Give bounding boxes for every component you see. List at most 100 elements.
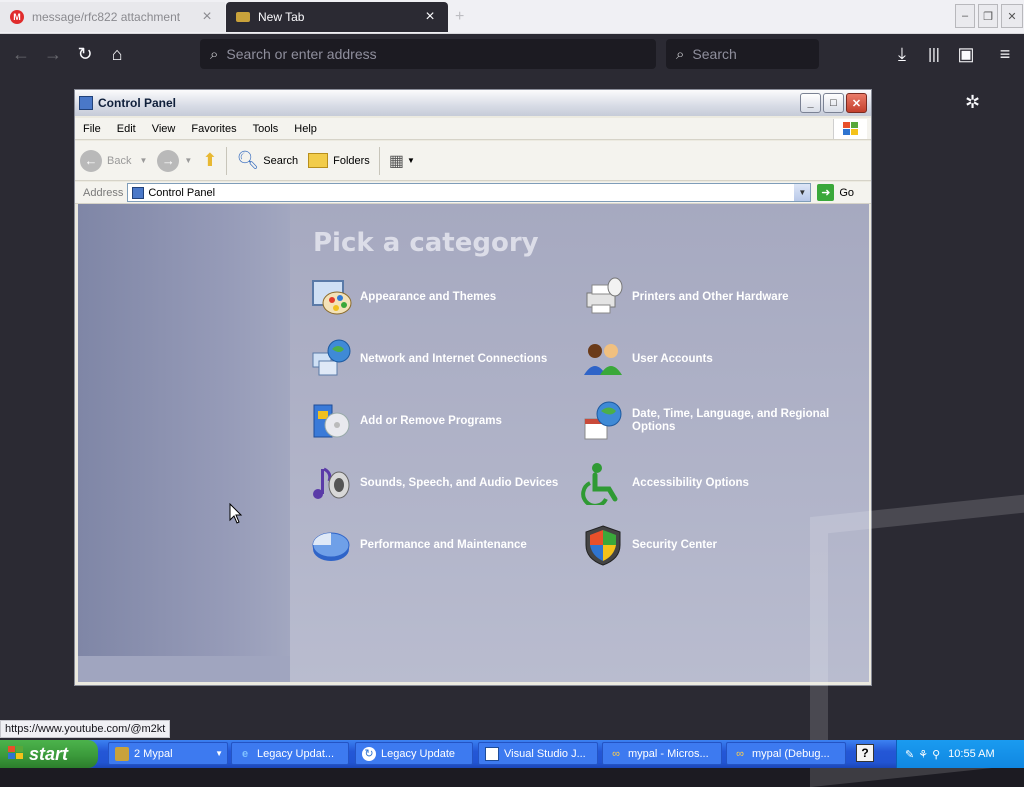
windows-logo-icon <box>8 745 24 763</box>
browser-tab-active[interactable]: New Tab × <box>226 2 448 32</box>
forward-arrow-icon[interactable]: → <box>40 42 66 66</box>
gear-icon[interactable]: ✲ <box>965 92 980 113</box>
minimize-button[interactable]: – <box>955 4 975 28</box>
category-performance[interactable]: Performance and Maintenance <box>308 521 578 569</box>
task-label: Visual Studio J... <box>504 747 586 760</box>
status-link: https://www.youtube.com/@m2kt <box>0 720 171 738</box>
menu-view[interactable]: View <box>144 123 184 135</box>
window-minimize-button[interactable]: _ <box>800 93 821 113</box>
search-box[interactable]: ⌕ <box>666 39 819 69</box>
forward-button[interactable]: → ▼ <box>152 146 197 176</box>
page-title: Pick a category <box>313 228 539 258</box>
control-panel-icon <box>132 186 145 199</box>
tray-tools-icon: ✎ <box>905 748 915 761</box>
window-close-button[interactable]: ✕ <box>846 93 867 113</box>
start-button[interactable]: start <box>0 740 98 768</box>
clock: 10:55 AM <box>948 748 995 760</box>
music-speaker-icon <box>308 460 354 506</box>
chevron-down-icon: ▼ <box>215 749 223 758</box>
category-add-remove-programs[interactable]: Add or Remove Programs <box>308 397 578 445</box>
search-icon: 🔍︎ <box>236 150 260 170</box>
new-tab-button[interactable]: + <box>455 8 464 26</box>
restore-button[interactable]: ❐ <box>978 4 998 28</box>
category-label: Network and Internet Connections <box>360 352 548 365</box>
back-button[interactable]: ← Back ▼ <box>75 146 152 176</box>
windows-logo-icon <box>833 119 867 139</box>
address-field[interactable]: Control Panel ▼ <box>127 183 812 202</box>
task-label: Legacy Update <box>381 747 455 760</box>
category-accessibility[interactable]: Accessibility Options <box>580 459 850 507</box>
go-button[interactable]: ➜ Go <box>817 184 854 201</box>
task-label: Legacy Updat... <box>257 747 335 760</box>
window-maximize-button[interactable]: □ <box>823 93 844 113</box>
search-icon: ⌕ <box>210 45 219 63</box>
category-user-accounts[interactable]: User Accounts <box>580 335 850 383</box>
category-label: Accessibility Options <box>632 476 749 489</box>
browser-tab-inactive[interactable]: M message/rfc822 attachment × <box>0 2 225 32</box>
search-input[interactable] <box>692 46 814 62</box>
go-label: Go <box>839 186 855 199</box>
menu-bar: File Edit View Favorites Tools Help <box>75 118 871 140</box>
visual-studio-icon: ∞ <box>612 747 620 760</box>
taskbar-item-mypal-microsoft[interactable]: ∞ mypal - Micros... <box>602 742 722 765</box>
address-bar[interactable]: ⌕ <box>200 39 656 69</box>
back-label: Back <box>107 154 132 167</box>
taskbar-item-mypal-debug[interactable]: ∞ mypal (Debug... <box>726 742 846 765</box>
toolbar-separator <box>378 146 380 175</box>
views-button[interactable]: ▦ ▼ <box>384 146 420 176</box>
home-icon[interactable]: ⌂ <box>104 42 130 66</box>
chevron-down-icon[interactable]: ▼ <box>794 184 811 201</box>
sidebar-icon[interactable]: ▣ <box>953 42 979 66</box>
appearance-icon <box>308 274 354 320</box>
tab-label: message/rfc822 attachment <box>32 10 181 24</box>
close-icon[interactable]: × <box>422 8 438 26</box>
back-arrow-icon: ← <box>80 149 102 172</box>
close-button[interactable]: ✕ <box>1001 4 1023 28</box>
control-panel-icon <box>79 96 93 110</box>
pie-chart-icon <box>308 522 354 568</box>
category-label: Date, Time, Language, and Regional Optio… <box>632 408 830 433</box>
download-icon[interactable]: ⤓ <box>889 42 915 66</box>
folder-icon <box>308 153 329 168</box>
window-title-bar: Control Panel <box>75 90 871 116</box>
chevron-down-icon: ▼ <box>139 156 148 165</box>
category-sounds[interactable]: Sounds, Speech, and Audio Devices <box>308 459 578 507</box>
menu-favorites[interactable]: Favorites <box>183 123 244 135</box>
category-date-time-regional[interactable]: Date, Time, Language, and Regional Optio… <box>580 397 850 445</box>
back-arrow-icon[interactable]: ← <box>8 42 34 66</box>
menu-help[interactable]: Help <box>286 123 325 135</box>
category-label: Security Center <box>632 538 718 551</box>
close-icon[interactable]: × <box>199 8 215 26</box>
mypal-icon <box>115 746 129 761</box>
window-title: Control Panel <box>98 96 177 110</box>
taskbar-item-legacy-update-2[interactable]: ↻ Legacy Update <box>355 742 473 765</box>
category-appearance[interactable]: Appearance and Themes <box>308 273 578 321</box>
menu-edit[interactable]: Edit <box>109 123 144 135</box>
up-folder-button[interactable]: ⬆ <box>197 146 222 176</box>
menu-tools[interactable]: Tools <box>245 123 287 135</box>
menu-file[interactable]: File <box>75 123 109 135</box>
legacy-update-icon: ↻ <box>362 746 376 761</box>
printer-icon <box>580 274 626 320</box>
category-security-center[interactable]: Security Center <box>580 521 850 569</box>
task-pane-bottom <box>78 656 290 682</box>
taskbar-item-legacy-update-1[interactable]: e Legacy Updat... <box>231 742 349 765</box>
gmail-icon: M <box>10 10 24 24</box>
up-folder-icon: ⬆ <box>202 150 218 170</box>
help-icon[interactable]: ? <box>856 744 874 762</box>
toolbar-separator <box>226 146 228 175</box>
category-printers[interactable]: Printers and Other Hardware <box>580 273 850 321</box>
reload-icon[interactable]: ↻ <box>72 42 98 66</box>
window-icon <box>485 746 499 761</box>
category-network[interactable]: Network and Internet Connections <box>308 335 578 383</box>
search-button[interactable]: 🔍︎ Search <box>231 146 303 176</box>
address-bar: Address Control Panel ▼ ➜ Go <box>75 182 871 204</box>
taskbar-item-visual-studio[interactable]: Visual Studio J... <box>478 742 598 765</box>
address-input[interactable] <box>226 46 606 62</box>
taskbar-item-mypal-group[interactable]: 2 Mypal ▼ <box>108 742 228 765</box>
programs-icon <box>308 398 354 444</box>
folders-button[interactable]: Folders <box>303 146 375 176</box>
menu-icon[interactable]: ≡ <box>992 42 1018 66</box>
library-icon[interactable]: ||| <box>921 42 947 66</box>
start-label: start <box>29 743 69 764</box>
